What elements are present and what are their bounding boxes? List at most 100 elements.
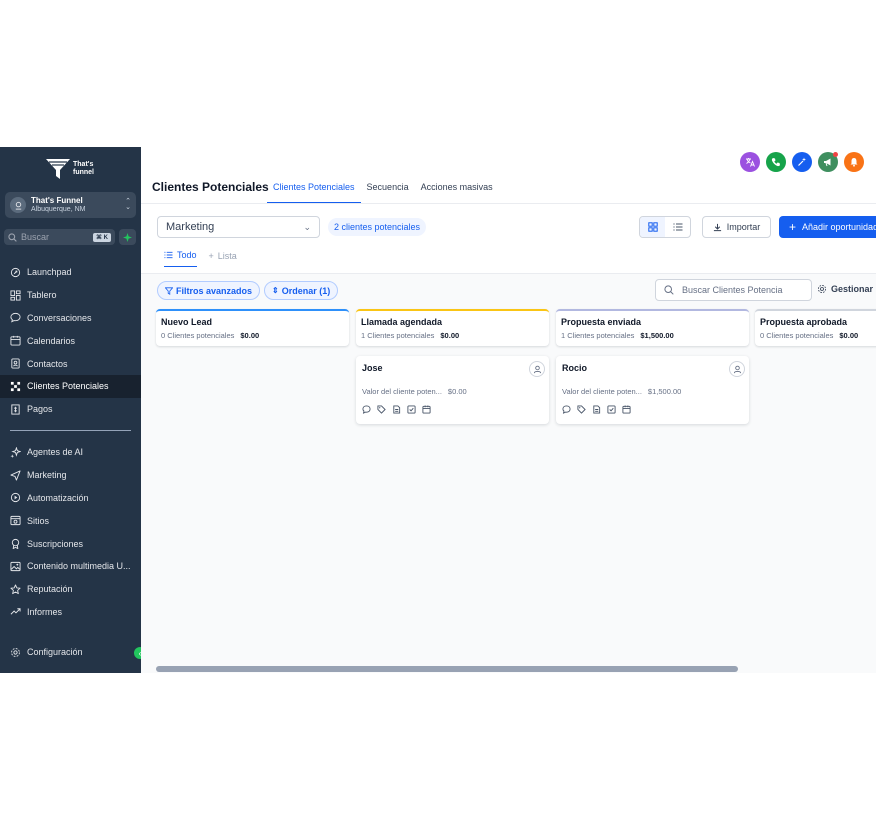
advanced-filters-button[interactable]: Filtros avanzados xyxy=(157,281,261,300)
gear-icon xyxy=(817,284,827,294)
sidebar-item-label: Automatización xyxy=(27,492,89,503)
tab-clientes-potenciales[interactable]: Clientes Potenciales xyxy=(267,180,361,203)
notifications-button[interactable] xyxy=(844,152,864,172)
translate-button[interactable] xyxy=(740,152,760,172)
opportunity-name: Rocio xyxy=(562,363,588,373)
search-shortcut: ⌘ K xyxy=(93,232,111,242)
pipeline-select[interactable]: Marketing ⌄ xyxy=(157,216,320,238)
note-icon[interactable] xyxy=(592,405,601,414)
sidebar-item-agentes-ai[interactable]: Agentes de AI xyxy=(0,441,141,464)
opportunity-value-label: Valor del cliente poten... xyxy=(362,387,442,396)
opportunity-card[interactable]: Rocio Valor del cliente poten... $1,500.0… xyxy=(556,356,749,424)
header-actions xyxy=(740,152,864,172)
card-quick-actions xyxy=(562,405,743,414)
automation-icon xyxy=(10,493,21,503)
ai-assist-button[interactable] xyxy=(119,229,136,245)
tab-todo[interactable]: Todo xyxy=(164,250,197,267)
task-icon[interactable] xyxy=(607,405,616,414)
sidebar-item-conversaciones[interactable]: Conversaciones xyxy=(0,307,141,330)
account-name: That's Funnel xyxy=(31,196,83,205)
search-leads-placeholder: Buscar Clientes Potencia xyxy=(682,285,783,295)
phone-button[interactable] xyxy=(766,152,786,172)
opportunity-card[interactable]: Jose Valor del cliente poten... $0.00 xyxy=(356,356,549,424)
brand-name-line1: That's xyxy=(73,161,94,168)
sidebar-item-configuracion[interactable]: Configuración xyxy=(0,641,141,664)
brand-name-line2: funnel xyxy=(73,169,94,176)
stage-title: Propuesta enviada xyxy=(561,317,642,327)
sidebar-search[interactable]: Buscar ⌘ K xyxy=(4,229,115,245)
tab-todo-label: Todo xyxy=(177,250,197,260)
sidebar-item-launchpad[interactable]: Launchpad xyxy=(0,261,141,284)
tab-acciones-masivas[interactable]: Acciones masivas xyxy=(415,180,499,203)
sidebar-item-label: Clientes Potenciales xyxy=(27,381,109,392)
location-pin-icon xyxy=(15,201,21,210)
translate-icon xyxy=(746,158,755,167)
tag-icon[interactable] xyxy=(577,405,586,414)
board-view-button[interactable] xyxy=(640,217,665,237)
announcements-button[interactable] xyxy=(818,152,838,172)
chat-icon[interactable] xyxy=(362,405,371,414)
sidebar-item-label: Calendarios xyxy=(27,335,76,346)
import-button[interactable]: Importar xyxy=(702,216,771,238)
user-icon xyxy=(533,365,541,373)
sidebar-item-label: Tablero xyxy=(27,290,57,301)
account-switcher[interactable]: That's Funnel Albuquerque, NM ⌃ ⌄ xyxy=(5,192,136,218)
note-icon[interactable] xyxy=(392,405,401,414)
sidebar-item-label: Sitios xyxy=(27,515,50,526)
sidebar-item-automatizacion[interactable]: Automatización xyxy=(0,487,141,510)
brand-name: That's funnel xyxy=(73,161,101,177)
brand-logo[interactable]: That's funnel xyxy=(46,159,101,179)
sidebar-item-label: Suscripciones xyxy=(27,538,84,549)
sort-button[interactable]: ⇕ Ordenar (1) xyxy=(264,281,339,300)
sidebar-item-label: Marketing xyxy=(27,470,67,481)
manage-button[interactable]: Gestionar xyxy=(817,284,873,294)
user-icon xyxy=(733,365,741,373)
sidebar-item-reputacion[interactable]: Reputación xyxy=(0,578,141,601)
sidebar-item-suscripciones[interactable]: Suscripciones xyxy=(0,532,141,555)
sidebar-item-contenido-multimedia[interactable]: Contenido multimedia U... xyxy=(0,555,141,578)
megaphone-icon xyxy=(824,158,831,167)
stage-title: Llamada agendada xyxy=(361,317,443,327)
advanced-filters-label: Filtros avanzados xyxy=(176,285,253,296)
search-leads-input[interactable]: Buscar Clientes Potencia xyxy=(655,279,812,301)
stage-column-header: Llamada agendada 1 Clientes potenciales $… xyxy=(356,309,549,346)
tab-lista[interactable]: + Lista xyxy=(209,250,237,267)
sidebar-item-pagos[interactable]: Pagos xyxy=(0,398,141,421)
chat-icon[interactable] xyxy=(562,405,571,414)
stage-column-header: Nuevo Lead 0 Clientes potenciales $0.00 xyxy=(156,309,349,346)
task-icon[interactable] xyxy=(407,405,416,414)
funnel-logo-icon xyxy=(46,159,70,179)
leads-count-badge: 2 clientes potenciales xyxy=(328,218,427,236)
sidebar-item-label: Contenido multimedia U... xyxy=(27,561,131,572)
list-view-button[interactable] xyxy=(665,217,690,237)
add-opportunity-button[interactable]: + Añadir oportunidad xyxy=(779,216,876,238)
sidebar-item-label: Conversaciones xyxy=(27,312,92,323)
assign-user-button[interactable] xyxy=(529,361,545,377)
stage-column-header: Propuesta aprobada 0 Clientes potenciale… xyxy=(755,309,876,346)
assign-user-button[interactable] xyxy=(729,361,745,377)
sidebar-item-calendarios[interactable]: Calendarios xyxy=(0,329,141,352)
sidebar-item-sitios[interactable]: Sitios xyxy=(0,509,141,532)
tab-secuencia[interactable]: Secuencia xyxy=(361,180,415,203)
sidebar-item-informes[interactable]: Informes xyxy=(0,601,141,624)
stage-amount: $0.00 xyxy=(839,331,859,340)
send-icon xyxy=(10,470,21,481)
tag-icon[interactable] xyxy=(377,405,386,414)
media-icon xyxy=(10,561,21,571)
sparkle-icon xyxy=(123,232,132,242)
sidebar-item-marketing[interactable]: Marketing xyxy=(0,464,141,487)
horizontal-scrollbar[interactable] xyxy=(156,666,738,672)
calendar-icon[interactable] xyxy=(622,405,631,414)
search-icon xyxy=(664,285,674,295)
import-button-label: Importar xyxy=(726,222,761,232)
pipeline-icon xyxy=(10,381,21,391)
ai-magic-button[interactable] xyxy=(792,152,812,172)
calendar-icon[interactable] xyxy=(422,405,431,414)
opportunity-value: $1,500.00 xyxy=(647,387,682,396)
sidebar-item-clientes-potenciales[interactable]: Clientes Potenciales xyxy=(0,374,141,398)
account-location: Albuquerque, NM xyxy=(31,206,86,213)
tab-lista-label: Lista xyxy=(217,250,237,261)
calendar-icon xyxy=(10,336,21,346)
sidebar-item-contactos[interactable]: Contactos xyxy=(0,352,141,375)
sidebar-item-tablero[interactable]: Tablero xyxy=(0,284,141,307)
